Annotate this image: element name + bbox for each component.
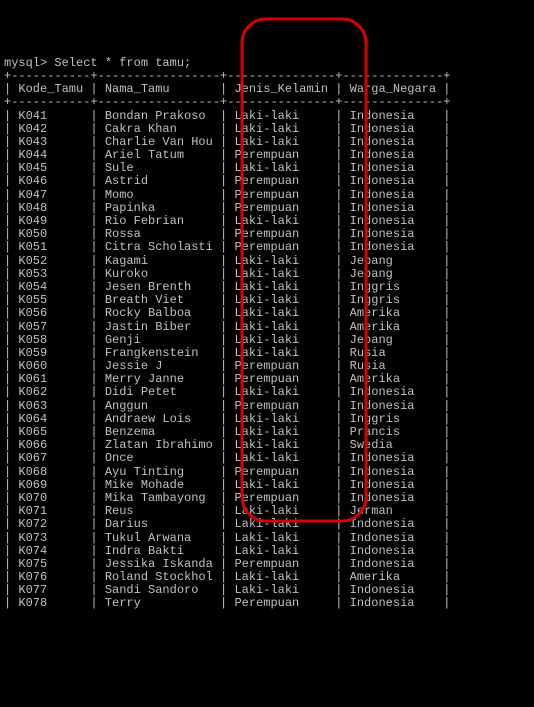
mysql-terminal-output: mysql> Select * from tamu; +-----------+… — [4, 57, 534, 611]
